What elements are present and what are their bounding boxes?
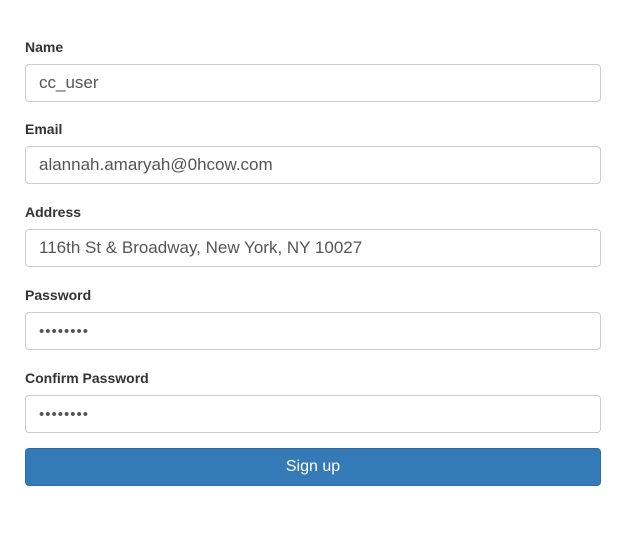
address-label: Address [25,204,82,220]
name-group: Name [25,38,601,102]
address-input[interactable] [25,229,601,267]
confirm-password-label: Confirm Password [25,370,149,386]
password-group: Password [25,286,601,350]
email-label: Email [25,121,63,137]
address-group: Address [25,203,601,267]
confirm-password-group: Confirm Password [25,369,601,433]
name-input[interactable] [25,64,601,102]
name-label: Name [25,39,64,55]
confirm-password-input[interactable] [25,395,601,433]
sign-up-button[interactable]: Sign up [25,448,601,486]
password-input[interactable] [25,312,601,350]
password-label: Password [25,287,92,303]
email-group: Email [25,120,601,184]
email-input[interactable] [25,146,601,184]
